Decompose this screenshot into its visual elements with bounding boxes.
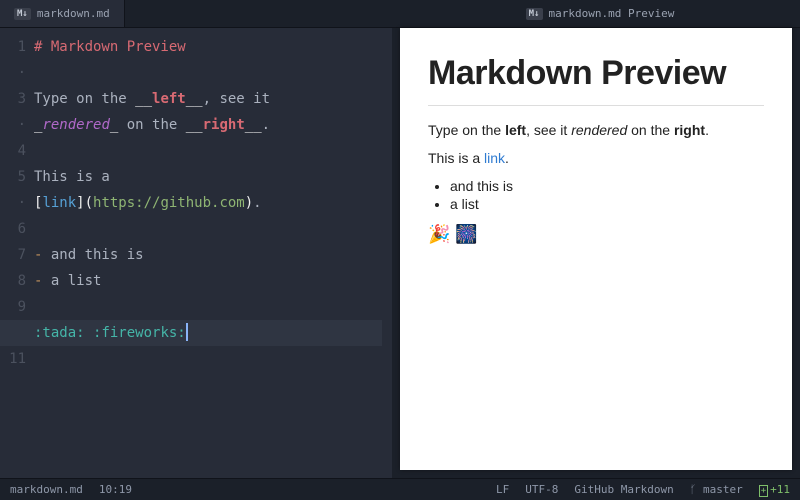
list-item: a list bbox=[450, 196, 764, 212]
code-line[interactable] bbox=[34, 138, 382, 164]
code-line[interactable] bbox=[34, 294, 382, 320]
code-line[interactable] bbox=[34, 60, 382, 86]
status-git-branch[interactable]: master bbox=[690, 483, 743, 496]
code-line[interactable]: - and this is bbox=[34, 242, 382, 268]
markdown-icon: M↓ bbox=[14, 8, 31, 20]
status-bar: markdown.md 10:19 LF UTF-8 GitHub Markdo… bbox=[0, 478, 800, 500]
preview-h1: Markdown Preview bbox=[428, 54, 764, 106]
line-number: 8 bbox=[0, 268, 26, 294]
code-line[interactable]: # Markdown Preview bbox=[34, 34, 382, 60]
code-line[interactable]: - a list bbox=[34, 268, 382, 294]
tab-editor[interactable]: M↓ markdown.md bbox=[0, 0, 125, 27]
code-line[interactable]: This is a bbox=[34, 164, 382, 190]
status-encoding[interactable]: UTF-8 bbox=[525, 483, 558, 496]
text-cursor bbox=[186, 323, 188, 341]
line-number: · bbox=[0, 190, 26, 216]
status-line-ending[interactable]: LF bbox=[496, 483, 509, 496]
tab-bar: M↓ markdown.md M↓ markdown.md Preview bbox=[0, 0, 800, 28]
status-git-changes[interactable]: ++11 bbox=[759, 483, 790, 496]
code-line[interactable] bbox=[34, 216, 382, 242]
code-line[interactable]: :tada: :fireworks: bbox=[0, 320, 382, 346]
code-area[interactable]: # Markdown Preview Type on the __left__, … bbox=[34, 28, 392, 478]
tab-preview-title: markdown.md Preview bbox=[549, 7, 675, 20]
preview-paragraph: This is a link. bbox=[428, 150, 764, 166]
preview-list: and this is a list bbox=[450, 178, 764, 212]
line-number: · bbox=[0, 112, 26, 138]
status-cursor-position[interactable]: 10:19 bbox=[99, 483, 132, 496]
split-panes: 1·3·45·67891011 # Markdown PreviewType o… bbox=[0, 28, 800, 478]
preview-pane: Markdown Preview Type on the left, see i… bbox=[392, 28, 800, 478]
preview-emoji: 🎉 🎆 bbox=[428, 224, 764, 245]
line-number: 3 bbox=[0, 86, 26, 112]
tab-preview[interactable]: M↓ markdown.md Preview bbox=[512, 0, 689, 27]
code-line[interactable]: _rendered_ on the __right__. bbox=[34, 112, 382, 138]
line-number: 4 bbox=[0, 138, 26, 164]
code-line[interactable]: [link](https://github.com). bbox=[34, 190, 382, 216]
line-number: 9 bbox=[0, 294, 26, 320]
preview-link[interactable]: link bbox=[484, 150, 505, 166]
line-number: 7 bbox=[0, 242, 26, 268]
line-number: 5 bbox=[0, 164, 26, 190]
preview-document[interactable]: Markdown Preview Type on the left, see i… bbox=[400, 28, 792, 470]
code-line[interactable] bbox=[34, 346, 382, 372]
line-number: 11 bbox=[0, 346, 26, 372]
line-gutter: 1·3·45·67891011 bbox=[0, 28, 34, 478]
markdown-icon: M↓ bbox=[526, 8, 543, 20]
status-filename[interactable]: markdown.md bbox=[10, 483, 83, 496]
status-grammar[interactable]: GitHub Markdown bbox=[574, 483, 673, 496]
line-number: 1 bbox=[0, 34, 26, 60]
code-line[interactable]: Type on the __left__, see it bbox=[34, 86, 382, 112]
list-item: and this is bbox=[450, 178, 764, 194]
line-number: · bbox=[0, 60, 26, 86]
preview-paragraph: Type on the left, see it rendered on the… bbox=[428, 122, 764, 138]
line-number: 6 bbox=[0, 216, 26, 242]
editor-pane[interactable]: 1·3·45·67891011 # Markdown PreviewType o… bbox=[0, 28, 392, 478]
tab-editor-title: markdown.md bbox=[37, 7, 110, 20]
